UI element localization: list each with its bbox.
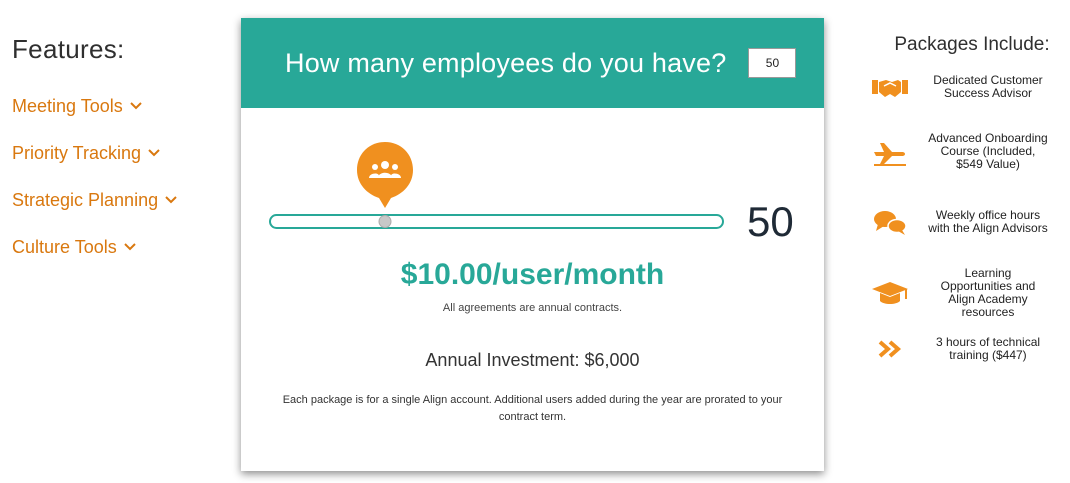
package-label: Advanced Onboarding Course (Included, $5… xyxy=(928,131,1048,171)
packages-title: Packages Include: xyxy=(894,34,1050,55)
feature-item-strategic-planning[interactable]: Strategic Planning xyxy=(12,190,212,210)
card-header: How many employees do you have? xyxy=(241,18,824,108)
package-label: Learning Opportunities and Align Academy… xyxy=(940,266,1036,319)
chevron-down-icon xyxy=(124,243,136,251)
features-title: Features: xyxy=(12,34,125,64)
packages-column: Packages Include: Dedicated Customer Suc… xyxy=(870,34,1060,362)
airplane-icon xyxy=(874,142,906,166)
slider-track[interactable] xyxy=(269,214,724,229)
double-chevron-icon xyxy=(878,340,902,358)
package-item: Advanced Onboarding Course (Included, $5… xyxy=(870,132,1060,171)
package-note: Each package is for a single Align accou… xyxy=(282,394,783,423)
package-label: Dedicated Customer Success Advisor xyxy=(933,73,1043,100)
package-item: Weekly office hours with the Align Advis… xyxy=(870,207,1060,237)
employee-count-display: 50 xyxy=(747,198,794,245)
features-column: Features: Meeting Tools Priority Trackin… xyxy=(12,34,212,257)
employee-count-input[interactable] xyxy=(748,48,797,78)
feature-item-culture-tools[interactable]: Culture Tools xyxy=(12,237,212,257)
graduation-cap-icon xyxy=(872,282,908,304)
package-label: 3 hours of technical training ($447) xyxy=(935,335,1041,362)
handshake-icon xyxy=(872,80,908,97)
chevron-down-icon xyxy=(148,149,160,157)
employee-slider: 50 xyxy=(269,140,799,245)
feature-label: Strategic Planning xyxy=(12,189,159,210)
package-item: Learning Opportunities and Align Academy… xyxy=(870,267,1060,319)
chevron-down-icon xyxy=(130,102,142,110)
feature-list: Meeting Tools Priority Tracking Strategi… xyxy=(12,96,212,257)
package-item: Dedicated Customer Success Advisor xyxy=(870,72,1060,102)
chevron-down-icon xyxy=(165,196,177,204)
feature-label: Priority Tracking xyxy=(12,142,142,163)
price-per-user: $10.00/user/month xyxy=(400,258,665,291)
chat-bubbles-icon xyxy=(874,211,907,235)
pricing-calculator-card: How many employees do you have? 50 $10.0… xyxy=(241,18,824,471)
feature-label: Meeting Tools xyxy=(12,95,123,116)
package-label: Weekly office hours with the Align Advis… xyxy=(928,208,1048,235)
contract-note: All agreements are annual contracts. xyxy=(442,302,623,314)
annual-investment: Annual Investment: $6,000 xyxy=(425,350,640,370)
employee-question: How many employees do you have? xyxy=(285,47,727,78)
package-item: 3 hours of technical training ($447) xyxy=(870,334,1060,364)
feature-item-meeting-tools[interactable]: Meeting Tools xyxy=(12,96,212,116)
feature-item-priority-tracking[interactable]: Priority Tracking xyxy=(12,143,212,163)
feature-label: Culture Tools xyxy=(12,236,117,257)
slider-thumb[interactable] xyxy=(378,215,392,228)
team-pin-icon xyxy=(357,142,413,208)
